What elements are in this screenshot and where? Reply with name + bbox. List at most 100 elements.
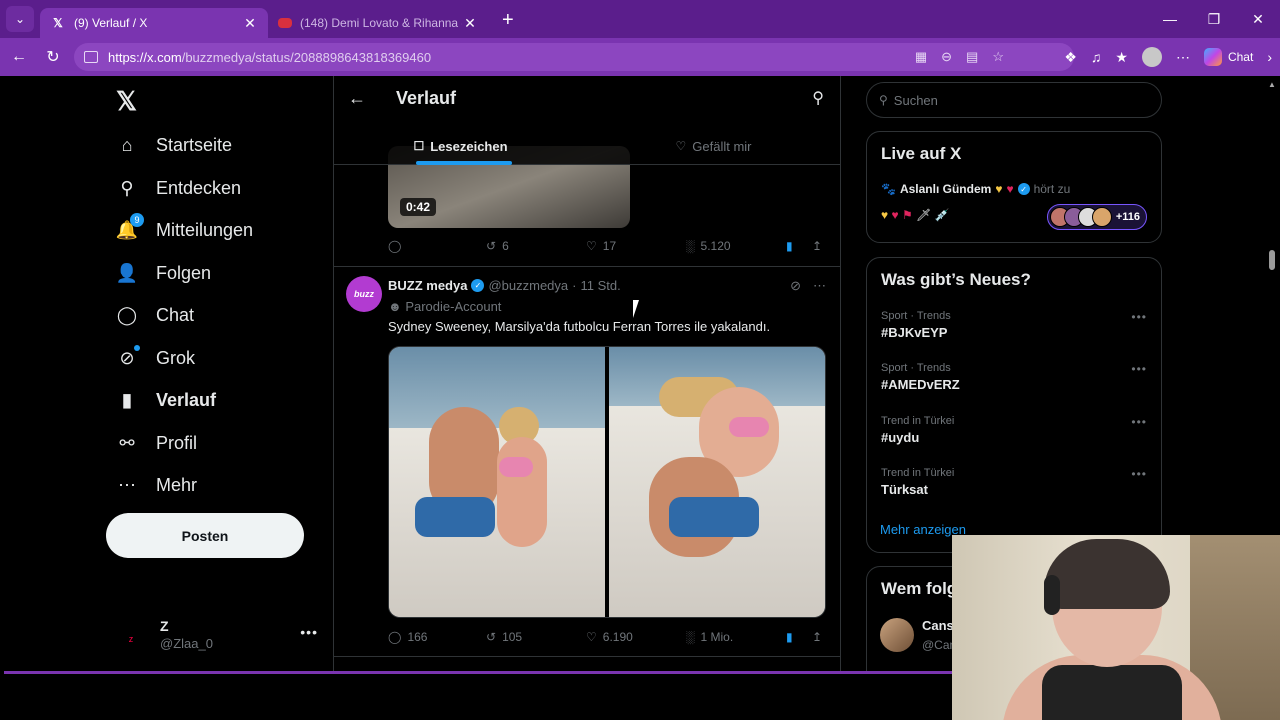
scroll-thumb[interactable]	[1269, 250, 1275, 270]
media-icon[interactable]: ♫	[1091, 49, 1102, 65]
nav-item-mehr[interactable]: ⋯ Mehr	[116, 470, 197, 500]
webcam-overlay	[952, 535, 1280, 720]
site-info-icon[interactable]	[84, 51, 98, 63]
tab-close-icon[interactable]: ✕	[242, 15, 258, 32]
favorite-star-icon[interactable]: ☆	[992, 49, 1004, 65]
author-handle[interactable]: @buzzmedya	[488, 278, 568, 293]
nav-item-folgen[interactable]: 👤 Folgen	[116, 258, 211, 288]
video-duration: 0:42	[400, 198, 437, 216]
search-icon[interactable]: ⚲	[812, 88, 824, 108]
live-space-row[interactable]: 🐾 Aslanlı Gündem ♥ ♥ ✓ hört zu	[881, 182, 1070, 196]
trend-item[interactable]: Sport · Trends #BJKvEYP •••	[881, 310, 1147, 340]
bookmark-filled-icon: ▮	[786, 239, 793, 253]
grok-explain-icon[interactable]: ⊘	[790, 278, 801, 294]
minimize-icon[interactable]: —	[1148, 11, 1192, 27]
reader-icon[interactable]: ▤	[966, 49, 978, 65]
account-switcher[interactable]: z Z @Zlaa_0 •••	[116, 616, 318, 656]
nav-label: Startseite	[156, 134, 233, 155]
tweet-time[interactable]: 11 Std.	[581, 278, 621, 293]
new-tab-button[interactable]: +	[502, 9, 514, 32]
post-button[interactable]: Posten	[106, 513, 304, 558]
favorites-icon[interactable]: ★	[1115, 49, 1128, 66]
share-icon: ↥	[812, 239, 823, 253]
views-button[interactable]: ░ 1 Mio.	[686, 630, 733, 644]
restore-icon[interactable]: ❐	[1192, 11, 1236, 28]
copilot-chat-button[interactable]: Chat	[1203, 48, 1253, 66]
heart-icon: ♡	[586, 630, 597, 644]
nav-item-mitteilungen[interactable]: 🔔 9 Mitteilungen	[116, 213, 253, 245]
trend-more-icon[interactable]: •••	[1131, 362, 1147, 376]
trend-item[interactable]: Trend in Türkei #uydu •••	[881, 415, 1147, 445]
author-name[interactable]: BUZZ medya	[388, 278, 467, 293]
tab-youtube[interactable]: (148) Demi Lovato & Rihanna - Sta ✕	[268, 8, 488, 38]
extensions-icon[interactable]: ❖	[1064, 49, 1077, 66]
trend-item[interactable]: Trend in Türkei Türksat •••	[881, 467, 1147, 497]
clothing-shape	[669, 497, 759, 537]
settings-more-icon[interactable]: ⋯	[1176, 49, 1190, 66]
x-logo-icon[interactable]: 𝕏	[116, 86, 137, 117]
trend-name: #BJKvEYP	[881, 325, 948, 340]
search-input[interactable]: ⚲ Suchen	[866, 82, 1162, 118]
tab-close-icon[interactable]: ✕	[462, 15, 478, 32]
like-button[interactable]: ♡ 17	[586, 239, 616, 253]
follow-name[interactable]: Cans	[922, 618, 954, 633]
heart-icon: ♡	[586, 239, 597, 253]
nav-item-grok[interactable]: ⊘ Grok	[116, 343, 195, 373]
app-available-icon[interactable]: ▦	[915, 49, 927, 65]
back-arrow-icon[interactable]: ←	[348, 88, 366, 109]
zoom-icon[interactable]: ⊖	[941, 49, 952, 65]
page-title: Verlauf	[396, 88, 457, 108]
listener-avatars[interactable]: +116	[1046, 204, 1147, 230]
nav-item-profil[interactable]: ⚯ Profil	[116, 428, 197, 458]
nav-item-verlauf[interactable]: ▮ Verlauf	[116, 385, 216, 415]
trend-category: Sport · Trends	[881, 362, 951, 374]
like-button[interactable]: ♡ 6.190	[586, 630, 633, 644]
photo-2[interactable]	[609, 347, 825, 617]
tab-gefaellt-mir[interactable]: ♡ Gefällt mir	[587, 128, 840, 164]
nav-label: Chat	[156, 304, 195, 325]
listening-label: hört zu	[1033, 182, 1071, 196]
trend-category: Sport · Trends	[881, 310, 951, 322]
close-window-icon[interactable]: ✕	[1236, 11, 1280, 28]
trends-card: Was gibt’s Neues? Sport · Trends #BJKvEY…	[866, 257, 1162, 553]
bookmark-filled-icon: ▮	[786, 630, 793, 644]
listener-avatar	[1091, 207, 1112, 227]
trend-more-icon[interactable]: •••	[1131, 415, 1147, 429]
nav-item-startseite[interactable]: ⌂ Startseite	[116, 130, 232, 160]
reply-button[interactable]: ◯	[388, 239, 401, 253]
scroll-up-icon[interactable]: ▲	[1268, 80, 1276, 89]
repost-button[interactable]: ↺ 105	[486, 630, 522, 644]
tab-lesezeichen[interactable]: ☐ Lesezeichen	[334, 128, 587, 165]
nav-label: Entdecken	[156, 177, 242, 198]
reload-icon[interactable]: ↻	[36, 47, 70, 67]
account-more-icon[interactable]: •••	[300, 624, 318, 640]
tweet-author-avatar[interactable]: buzz	[346, 276, 382, 312]
repost-button[interactable]: ↺ 6	[486, 239, 509, 253]
heart-emoji-icon: ♥	[891, 208, 899, 222]
profile-avatar[interactable]	[1141, 47, 1162, 67]
views-button[interactable]: ░ 5.120	[686, 239, 731, 253]
url-field[interactable]: https://x.com/buzzmedya/status/208889864…	[74, 43, 1074, 71]
nav-item-entdecken[interactable]: ⚲ Entdecken	[116, 173, 241, 203]
follow-avatar[interactable]	[880, 618, 914, 652]
trend-more-icon[interactable]: •••	[1131, 467, 1147, 481]
left-navigation: 𝕏 ⌂ Startseite ⚲ Entdecken 🔔 9 Mitteilung…	[104, 76, 334, 671]
nav-item-chat[interactable]: ◯ Chat	[116, 300, 194, 330]
share-button[interactable]: ↥	[812, 239, 822, 253]
sidebar-chevron-icon[interactable]: ›	[1267, 49, 1272, 65]
photo-1[interactable]	[389, 347, 605, 617]
bookmark-button[interactable]: ▮	[786, 630, 793, 644]
share-button[interactable]: ↥	[812, 630, 822, 644]
trends-title: Was gibt’s Neues?	[881, 270, 1031, 289]
reply-button[interactable]: ◯ 166	[388, 630, 427, 644]
bookmark-button[interactable]: ▮	[786, 239, 793, 253]
trend-more-icon[interactable]: •••	[1131, 310, 1147, 324]
trend-name: #uydu	[881, 430, 920, 445]
trend-item[interactable]: Sport · Trends #AMEDvERZ •••	[881, 362, 1147, 392]
back-icon[interactable]: ←	[2, 48, 36, 66]
dagger-emoji-icon: 🗡	[916, 208, 932, 222]
tab-x-verlauf[interactable]: 𝕏 (9) Verlauf / X ✕	[40, 8, 268, 38]
tweet-more-icon[interactable]: ⋯	[813, 278, 826, 294]
parody-text: Parodie-Account	[405, 299, 502, 314]
tab-menu-button[interactable]: ⌄	[6, 6, 34, 32]
